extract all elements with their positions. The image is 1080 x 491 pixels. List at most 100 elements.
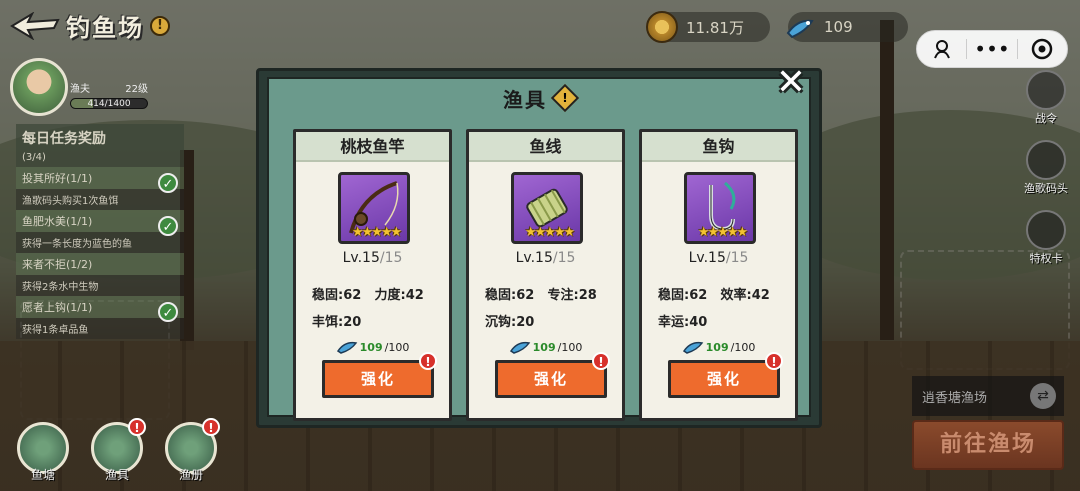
gear-stat: 幸运:40 xyxy=(658,315,708,330)
bottom-nav-tackle[interactable]: 渔具! xyxy=(88,418,146,483)
upgrade-button[interactable]: 强化 xyxy=(322,360,434,398)
gear-name: 桃枝鱼竿 xyxy=(296,132,449,162)
task-item: 愿者上钩(1/1) 获得1条卓品鱼 ✓ xyxy=(16,296,184,339)
gear-modal: 渔具 ! 桃枝鱼竿 ★★★★★ Lv.15/15 稳固:62 力度:42 丰饵:20 109… xyxy=(256,65,822,428)
upgrade-button[interactable]: 强化 xyxy=(495,360,607,398)
coin-amount: 11.81万 xyxy=(686,18,744,37)
star-rating: ★★★★★ xyxy=(524,225,575,240)
player-level: 22级 xyxy=(125,84,148,95)
bait-lure-icon xyxy=(786,19,814,39)
privilege-card-icon xyxy=(1026,210,1066,250)
upgrade-button[interactable]: 强化 xyxy=(668,360,780,398)
alert-badge: ! xyxy=(592,352,610,370)
page-header: 钓鱼场 ! xyxy=(10,8,170,43)
gear-card: 鱼钩 ★★★★★ Lv.15/15 稳固:62 效率:42 幸运:40 109/100 强化! xyxy=(639,129,798,421)
xp-text: 414/1400 xyxy=(87,99,131,109)
right-menu: 战令 渔歌码头 特权卡 xyxy=(1020,70,1072,266)
star-rating: ★★★★★ xyxy=(351,225,402,240)
task-item: 来者不拒(1/2) 获得2条水中生物 xyxy=(16,253,184,296)
pond-selector[interactable]: 逍香塘渔场 ⇄ xyxy=(912,376,1064,416)
task-desc: 获得1条卓品鱼 xyxy=(16,318,184,339)
xp-bar: 414/1400 xyxy=(70,98,148,109)
close-icon[interactable]: ✕ xyxy=(773,65,809,103)
task-panel-count: (3/4) xyxy=(16,152,184,167)
gear-stat: 丰饵:20 xyxy=(312,315,362,330)
dock-shop-icon xyxy=(1026,140,1066,180)
cost-need: /100 xyxy=(557,340,583,354)
bottom-nav-label: 渔册 xyxy=(178,468,203,482)
miniprogram-capsule: ••• xyxy=(916,30,1068,68)
gear-stat: 力度:42 xyxy=(374,288,424,303)
right-menu-label: 渔歌码头 xyxy=(1024,182,1068,195)
gear-stat: 沉钩:20 xyxy=(485,315,535,330)
task-desc: 渔歌码头购买1次鱼饵 xyxy=(16,189,184,210)
player-avatar[interactable] xyxy=(10,58,68,116)
bait-lure-icon xyxy=(336,341,357,354)
bottom-nav-fish-album[interactable]: 渔册! xyxy=(162,418,220,483)
right-menu-privilege-card[interactable]: 特权卡 xyxy=(1020,210,1072,266)
bait-counter: 109 xyxy=(786,12,908,42)
check-icon: ✓ xyxy=(158,302,178,322)
bait-lure-icon xyxy=(509,341,530,354)
coin-icon xyxy=(646,11,678,43)
cost-need: /100 xyxy=(384,340,410,354)
coin-counter: 11.81万 xyxy=(646,11,770,43)
cost-need: /100 xyxy=(730,340,756,354)
bait-amount: 109 xyxy=(824,18,853,36)
warning-icon[interactable]: ! xyxy=(550,83,580,113)
player-info: 渔夫 22级 414/1400 xyxy=(70,80,148,109)
switch-icon[interactable]: ⇄ xyxy=(1030,383,1056,409)
gear-stat: 专注:28 xyxy=(547,288,597,303)
gear-stat: 稳固:62 xyxy=(312,288,362,303)
modal-title: 渔具 xyxy=(503,87,547,112)
cost-have: 109 xyxy=(359,340,383,354)
more-icon[interactable]: ••• xyxy=(967,31,1016,67)
gear-level: Lv.15/15 xyxy=(688,250,749,266)
gear-stat: 稳固:62 xyxy=(485,288,535,303)
info-icon[interactable]: ! xyxy=(150,15,170,36)
bait-lure-icon xyxy=(682,341,703,354)
task-list: 投其所好(1/1) 渔歌码头购买1次鱼饵 ✓ 鱼肥水美(1/1) 获得一条长度为蓝色的鱼… xyxy=(16,167,184,339)
task-item: 鱼肥水美(1/1) 获得一条长度为蓝色的鱼 ✓ xyxy=(16,210,184,253)
gear-stats: 稳固:62 效率:42 幸运:40 xyxy=(658,284,783,330)
task-panel-title: 每日任务奖励 xyxy=(16,124,184,152)
gear-card: 桃枝鱼竿 ★★★★★ Lv.15/15 稳固:62 力度:42 丰饵:20 109/100 强… xyxy=(293,129,452,421)
gear-name: 鱼线 xyxy=(469,132,622,162)
task-name: 来者不拒(1/2) xyxy=(16,253,184,275)
close-miniprogram-icon[interactable] xyxy=(1018,31,1067,67)
player-role: 渔夫 xyxy=(70,84,90,95)
gear-card-list: 桃枝鱼竿 ★★★★★ Lv.15/15 稳固:62 力度:42 丰饵:20 109/100 强… xyxy=(293,129,798,421)
star-rating: ★★★★★ xyxy=(697,225,748,240)
daily-task-panel: 每日任务奖励 (3/4) 投其所好(1/1) 渔歌码头购买1次鱼饵 ✓ 鱼肥水美(1/… xyxy=(16,124,184,339)
check-icon: ✓ xyxy=(158,216,178,236)
alert-badge: ! xyxy=(419,352,437,370)
gear-level: Lv.15/15 xyxy=(515,250,576,266)
cost-have: 109 xyxy=(705,340,729,354)
right-menu-dock-shop[interactable]: 渔歌码头 xyxy=(1020,140,1072,196)
bottom-nav-label: 渔具 xyxy=(104,468,129,482)
gear-stats: 稳固:62 专注:28 沉钩:20 xyxy=(485,284,610,330)
goto-pond-button[interactable]: 前往渔场 xyxy=(912,420,1064,470)
task-item: 投其所好(1/1) 渔歌码头购买1次鱼饵 ✓ xyxy=(16,167,184,210)
gear-level: Lv.15/15 xyxy=(342,250,403,266)
task-desc: 获得2条水中生物 xyxy=(16,275,184,296)
gear-modal-body: 渔具 ! 桃枝鱼竿 ★★★★★ Lv.15/15 稳固:62 力度:42 丰饵:20 109… xyxy=(267,77,811,421)
right-menu-battle-pass[interactable]: 战令 xyxy=(1020,70,1072,126)
octopus-icon[interactable] xyxy=(917,31,966,67)
pond-name: 逍香塘渔场 xyxy=(922,390,988,406)
bottom-nav-label: 鱼塘 xyxy=(30,468,55,482)
modal-header: 渔具 ! xyxy=(269,79,809,117)
gear-name: 鱼钩 xyxy=(642,132,795,162)
right-menu-label: 战令 xyxy=(1035,112,1057,125)
gear-stat: 稳固:62 xyxy=(658,288,708,303)
alert-badge: ! xyxy=(765,352,783,370)
back-arrow-icon[interactable] xyxy=(10,11,60,40)
bottom-nav: 鱼塘 渔具! 渔册! xyxy=(14,418,220,483)
gear-stats: 稳固:62 力度:42 丰饵:20 xyxy=(312,284,437,330)
cost-have: 109 xyxy=(532,340,556,354)
check-icon: ✓ xyxy=(158,173,178,193)
bottom-nav-pond[interactable]: 鱼塘 xyxy=(14,422,72,483)
gear-card: 鱼线 ★★★★★ Lv.15/15 稳固:62 专注:28 沉钩:20 109/100 强化! xyxy=(466,129,625,421)
gear-stat: 效率:42 xyxy=(720,288,770,303)
right-menu-label: 特权卡 xyxy=(1029,252,1063,265)
